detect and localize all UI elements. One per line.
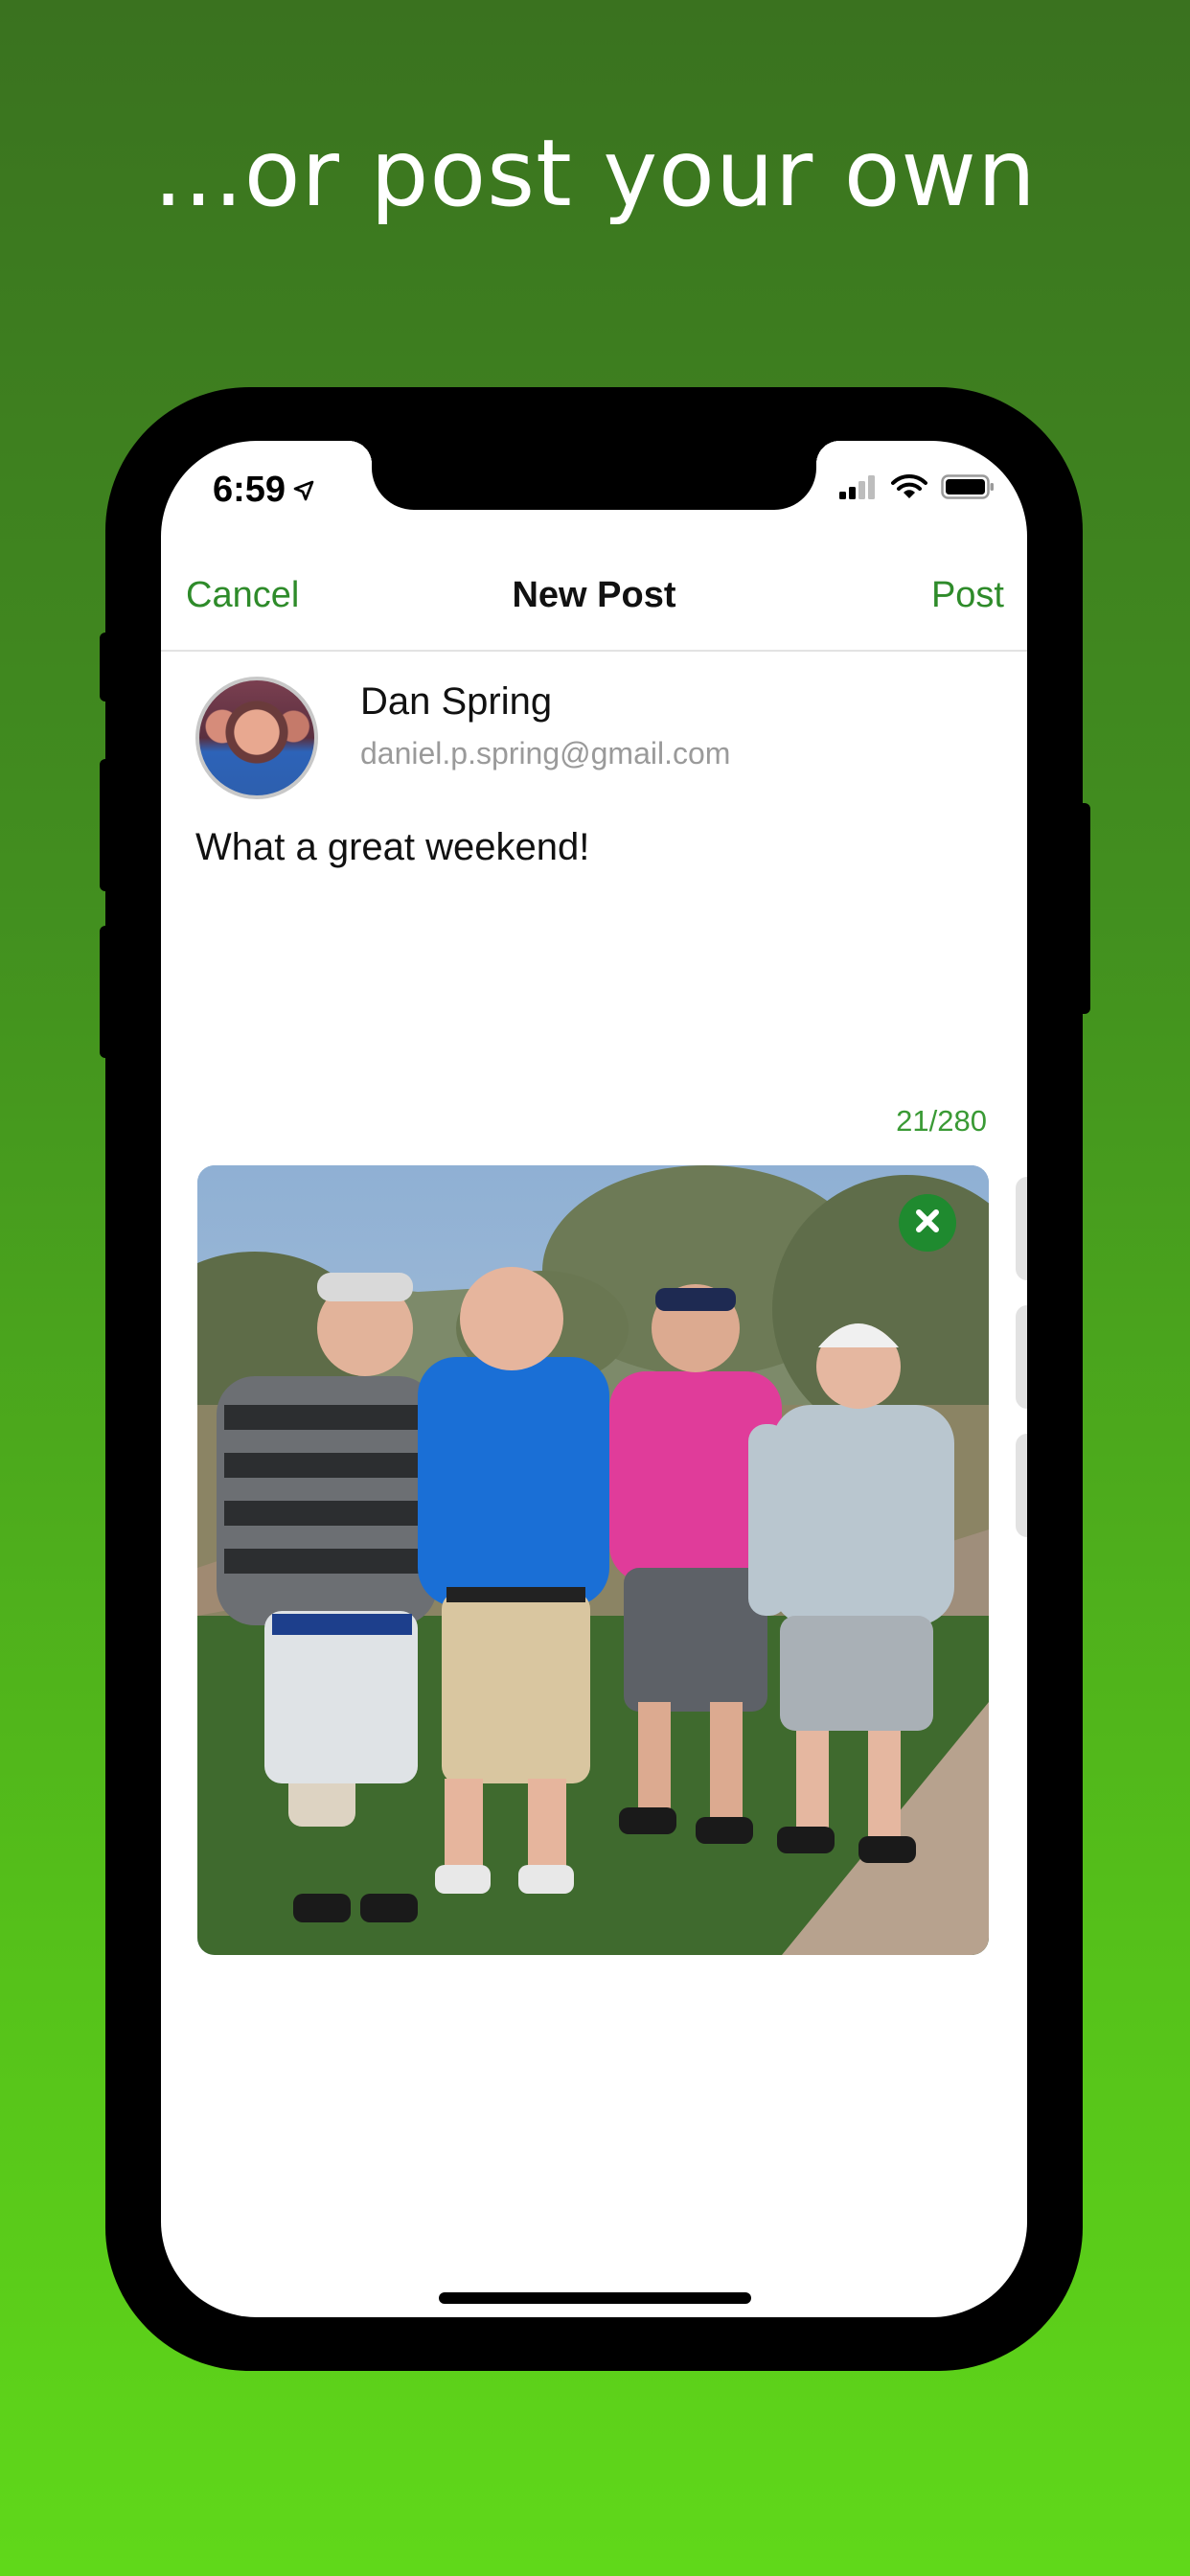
photo-illustration xyxy=(197,1165,989,1955)
next-photo-peek-1 xyxy=(1016,1177,1027,1280)
phone-screen: 6:59 Cancel New Post Post Dan Spring dan… xyxy=(161,441,1027,2317)
home-indicator[interactable] xyxy=(439,2292,751,2304)
next-photo-peek-3 xyxy=(1016,1434,1027,1537)
navigation-bar: Cancel New Post Post xyxy=(161,546,1027,652)
wifi-icon xyxy=(891,473,927,505)
user-name: Dan Spring xyxy=(360,680,553,723)
page-title: New Post xyxy=(512,575,676,615)
phone-notch xyxy=(349,441,839,510)
attached-photo xyxy=(197,1165,989,1955)
avatar xyxy=(195,677,318,799)
next-photo-peek-2 xyxy=(1016,1305,1027,1409)
status-bar-right xyxy=(839,473,995,505)
post-text-input[interactable]: What a great weekend! xyxy=(195,826,589,869)
user-email: daniel.p.spring@gmail.com xyxy=(360,736,731,770)
location-arrow-icon xyxy=(293,470,314,511)
cellular-signal-icon xyxy=(839,474,878,504)
post-button[interactable]: Post xyxy=(931,575,1004,616)
status-time-text: 6:59 xyxy=(213,470,286,510)
phone-frame: 6:59 Cancel New Post Post Dan Spring dan… xyxy=(105,387,1083,2371)
close-circle-icon xyxy=(913,1207,942,1240)
remove-photo-button[interactable] xyxy=(899,1194,956,1252)
marketing-headline: ...or post your own xyxy=(153,120,1037,227)
character-counter: 21/280 xyxy=(896,1104,987,1138)
status-bar-time: 6:59 xyxy=(213,470,314,511)
battery-icon xyxy=(941,474,995,504)
